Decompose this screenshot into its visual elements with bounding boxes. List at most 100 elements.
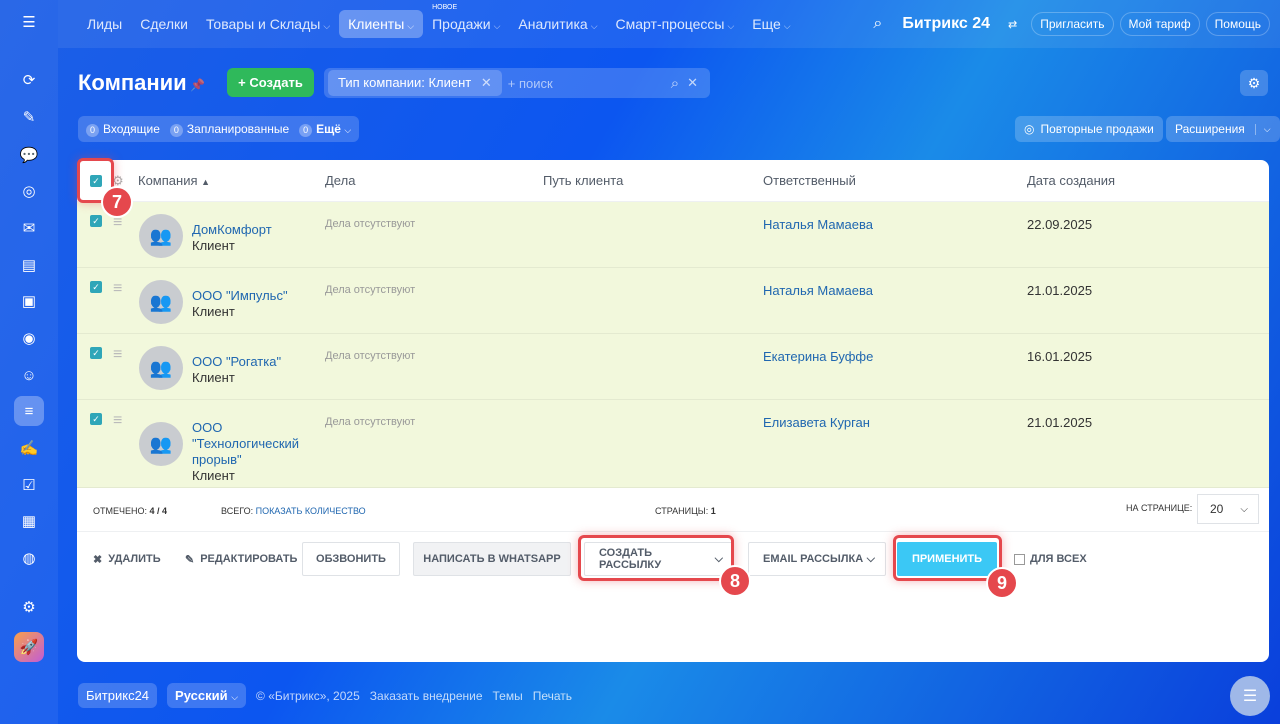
edit-button[interactable]: ✎ Редактировать	[185, 542, 297, 576]
company-name-link[interactable]: ДомКомфорт Клиент	[192, 222, 302, 254]
chevron-down-icon: ⌵	[231, 692, 239, 702]
row-checkbox[interactable]: ✓	[90, 281, 102, 293]
invite-button[interactable]: Пригласить	[1031, 12, 1114, 36]
chevron-down-icon: ⌵	[1240, 503, 1248, 515]
nav-clients[interactable]: Клиенты ⌵	[339, 10, 424, 38]
order-link[interactable]: Заказать внедрение	[370, 689, 483, 703]
counter-more[interactable]: 0 Ещё ⌵	[299, 122, 351, 137]
for-all-checkbox[interactable]: Для всех	[1014, 542, 1087, 576]
tasks-doc-icon[interactable]: ✎	[14, 102, 44, 132]
chevron-down-icon[interactable]: ⌵	[1254, 123, 1271, 135]
deals-cell: Дела отсутствуют	[325, 350, 416, 362]
nav-label: Смарт-процессы	[615, 16, 725, 32]
company-name-link[interactable]: ООО "Рогатка" Клиент	[192, 354, 302, 386]
nav-goods[interactable]: Товары и Склады ⌵	[197, 10, 339, 38]
nav-more[interactable]: Еще ⌵	[743, 10, 799, 38]
settings-sliders-icon[interactable]: ⇄	[1008, 18, 1017, 31]
whatsapp-button[interactable]: Написать в WhatsApp	[413, 542, 571, 576]
search-icon[interactable]: ⌕	[873, 15, 882, 33]
counters-bar: 0 Входящие 0 Запланированные 0 Ещё ⌵	[78, 116, 360, 142]
counter-planned[interactable]: 0 Запланированные	[169, 122, 289, 137]
tariff-button[interactable]: Мой тариф	[1119, 12, 1200, 36]
language-select[interactable]: Русский ⌵	[167, 683, 247, 708]
settings-icon[interactable]: ⚙	[14, 592, 44, 622]
column-company[interactable]: Компания ▲	[138, 173, 210, 188]
crm-funnel-icon[interactable]: ≡	[14, 396, 44, 426]
drag-handle-icon[interactable]: ≡	[113, 412, 122, 430]
extensions-button[interactable]: Расширения ⌵	[1166, 116, 1280, 142]
step-badge-7: 7	[101, 186, 133, 218]
filter-search[interactable]: Тип компании: Клиент ✕ + поиск ⌕ ✕	[324, 68, 710, 98]
help-button[interactable]: Помощь	[1205, 12, 1270, 36]
robot-icon[interactable]: ◍	[14, 543, 44, 573]
pin-icon[interactable]: 📌	[190, 78, 205, 92]
feed-icon[interactable]: ⟳	[14, 65, 44, 95]
checkbox-icon[interactable]: ☑	[14, 470, 44, 500]
per-page-select[interactable]: 20 ⌵	[1197, 494, 1259, 524]
nav-analytics[interactable]: Аналитика ⌵	[509, 10, 606, 38]
responsible-link[interactable]: Екатерина Буффе	[763, 349, 873, 364]
table-row[interactable]: ✓ ≡ 👥 ООО "Рогатка" Клиент Дела отсутству…	[77, 334, 1269, 400]
nav-smart-processes[interactable]: Смарт-процессы ⌵	[607, 10, 744, 38]
mail-icon[interactable]: ✉	[14, 213, 44, 243]
drag-handle-icon[interactable]: ≡	[113, 280, 122, 298]
themes-link[interactable]: Темы	[493, 689, 523, 703]
step-badge-9: 9	[986, 567, 1018, 599]
delete-button[interactable]: ✖ Удалить	[93, 542, 161, 576]
nav-leads[interactable]: Лиды	[78, 10, 131, 38]
counter-value: 0	[169, 123, 183, 137]
column-responsible[interactable]: Ответственный	[763, 173, 856, 188]
marked-value: 4 / 4	[149, 506, 168, 516]
row-checkbox[interactable]: ✓	[90, 413, 102, 425]
repeat-sales-button[interactable]: ◎ Повторные продажи	[1015, 116, 1163, 142]
print-link[interactable]: Печать	[533, 689, 572, 703]
chat-icon[interactable]: 💬	[14, 140, 44, 170]
table-row[interactable]: ✓ ≡ 👥 ООО "Технологический прорыв" Клиент…	[77, 400, 1269, 488]
target-icon[interactable]: ◉	[14, 323, 44, 353]
rocket-icon[interactable]: 🚀	[14, 632, 44, 662]
menu-icon[interactable]: ☰	[14, 7, 44, 37]
chat-button[interactable]: ☰	[1230, 676, 1270, 716]
camera-icon[interactable]: ◎	[14, 176, 44, 206]
calendar-icon[interactable]: ▦	[14, 506, 44, 536]
search-input[interactable]: + поиск	[508, 76, 553, 91]
column-deals[interactable]: Дела	[325, 173, 355, 188]
row-checkbox[interactable]: ✓	[90, 347, 102, 359]
brand-button[interactable]: Битрикс24	[78, 683, 158, 708]
delete-icon: ✖	[93, 553, 103, 566]
responsible-link[interactable]: Наталья Мамаева	[763, 283, 873, 298]
chevron-down-icon: ⌵	[323, 21, 331, 31]
search-icon[interactable]: ⌕	[671, 75, 679, 92]
sign-icon[interactable]: ✍	[14, 433, 44, 463]
contact-card-icon[interactable]: ▣	[14, 286, 44, 316]
nav-sales[interactable]: НОВОЕ Продажи ⌵	[423, 4, 509, 38]
chevron-down-icon: ⌵	[344, 124, 352, 135]
company-name-link[interactable]: ООО "Импульс" Клиент	[192, 288, 302, 320]
email-mailing-select[interactable]: Email рассылка ⌵	[748, 542, 886, 576]
settings-button[interactable]: ⚙	[1240, 70, 1268, 96]
list-icon: ☰	[1242, 688, 1258, 705]
counter-incoming[interactable]: 0 Входящие	[86, 122, 160, 137]
drag-handle-icon[interactable]: ≡	[113, 346, 122, 364]
company-type: Клиент	[192, 370, 235, 385]
responsible-link[interactable]: Елизавета Курган	[763, 415, 870, 430]
row-checkbox[interactable]: ✓	[90, 215, 102, 227]
bitrix-logo[interactable]: Битрикс 24	[902, 15, 990, 33]
company-name-link[interactable]: ООО "Технологический прорыв" Клиент	[192, 420, 302, 484]
responsible-link[interactable]: Наталья Мамаева	[763, 217, 873, 232]
table-row[interactable]: ✓ ≡ 👥 ООО "Импульс" Клиент Дела отсутству…	[77, 268, 1269, 334]
table-row[interactable]: ✓ ≡ 👥 ДомКомфорт Клиент Дела отсутствуют …	[77, 202, 1269, 268]
column-date[interactable]: Дата создания	[1027, 173, 1115, 188]
filter-tag[interactable]: Тип компании: Клиент ✕	[328, 70, 502, 96]
create-button[interactable]: + Создать	[227, 68, 314, 97]
document-icon[interactable]: ▤	[14, 250, 44, 280]
nav-deals[interactable]: Сделки	[131, 10, 197, 38]
counter-value: 0	[86, 123, 99, 137]
clear-icon[interactable]: ✕	[687, 75, 698, 91]
column-client-path[interactable]: Путь клиента	[543, 173, 623, 188]
close-icon[interactable]: ✕	[481, 75, 492, 90]
show-count-link[interactable]: Показать количество	[256, 506, 366, 516]
nav-label: Лиды	[87, 16, 123, 32]
call-button[interactable]: Обзвонить	[302, 542, 400, 576]
users-icon[interactable]: ☺	[14, 360, 44, 390]
